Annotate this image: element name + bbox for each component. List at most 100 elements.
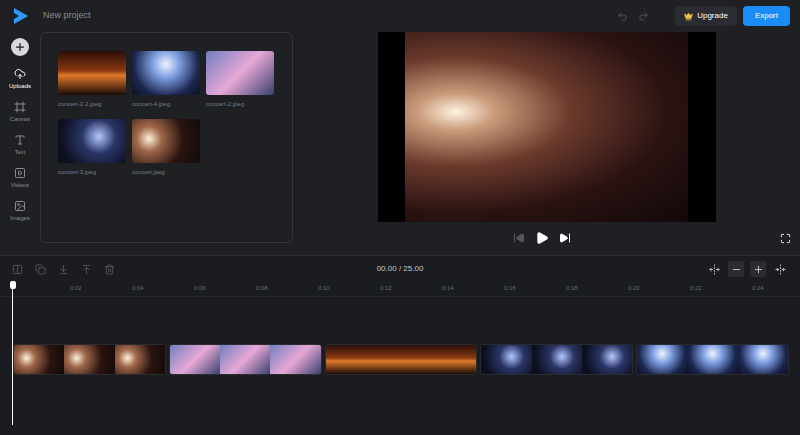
move-down-icon	[58, 264, 69, 275]
preview-column	[293, 32, 800, 255]
media-thumbnail	[132, 51, 200, 95]
undo-icon	[617, 11, 628, 22]
media-item[interactable]: concert-4.jpeg	[132, 51, 200, 108]
clip-frame	[637, 345, 687, 374]
add-button[interactable]	[11, 38, 29, 56]
image-icon	[14, 200, 26, 212]
playhead-handle[interactable]	[10, 281, 16, 289]
clip-frame	[687, 345, 737, 374]
play-button[interactable]	[535, 231, 549, 245]
sidebar-item[interactable]: Videos	[9, 167, 31, 200]
ruler-label: 0:24	[752, 283, 800, 296]
media-name: concert-2-2.jpeg	[58, 100, 126, 108]
upload-icon	[14, 68, 26, 80]
media-thumbnail	[206, 51, 274, 95]
sidebar-item[interactable]: Images	[9, 200, 31, 233]
media-item[interactable]: concert-2.jpeg	[206, 51, 274, 108]
canvas-icon	[14, 101, 26, 113]
clip-frame	[738, 345, 788, 374]
timeline: 00.00 / 25.00 0:020:040:060:080:100:120:1…	[0, 255, 800, 435]
delete-button[interactable]	[104, 264, 115, 275]
duplicate-icon	[35, 264, 46, 275]
minus-icon	[731, 264, 742, 275]
clip-frame	[115, 345, 165, 374]
ruler-label: 0:20	[628, 283, 690, 296]
timeline-clip[interactable]	[480, 344, 633, 375]
timeline-ruler: 0:020:040:060:080:100:120:140:160:180:20…	[0, 283, 800, 297]
logo-icon[interactable]	[14, 8, 28, 24]
preview-frame	[405, 32, 688, 222]
video-editor: New project Upgrade Export UploadsCanvasTex…	[0, 0, 800, 435]
timeline-clip[interactable]	[13, 344, 166, 375]
ruler-label: 0:14	[442, 283, 504, 296]
plus-icon	[14, 41, 26, 53]
zoom-out-button[interactable]	[728, 261, 744, 277]
fullscreen-button[interactable]	[780, 233, 791, 244]
media-item[interactable]: concert-2-2.jpeg	[58, 51, 126, 108]
timeline-clip[interactable]	[636, 344, 789, 375]
media-name: concert.jpeg	[132, 168, 200, 176]
ruler-label: 0:10	[318, 283, 380, 296]
zoom-in-button[interactable]	[750, 261, 766, 277]
ruler-label: 0:18	[566, 283, 628, 296]
media-item[interactable]: concert.jpeg	[132, 119, 200, 176]
move-up-button[interactable]	[81, 264, 92, 275]
time-display: 00.00 / 25.00	[377, 263, 424, 275]
project-title[interactable]: New project	[43, 9, 91, 23]
skip-back-icon	[513, 232, 525, 244]
duplicate-button[interactable]	[35, 264, 46, 275]
previous-button[interactable]	[513, 232, 525, 244]
sidebar-item[interactable]: Canvas	[9, 101, 31, 134]
next-button[interactable]	[559, 232, 571, 244]
media-name: concert-2.jpeg	[206, 100, 274, 108]
plus-icon	[753, 264, 764, 275]
sidebar-item[interactable]: Uploads	[9, 68, 31, 101]
media-name: concert-4.jpeg	[132, 100, 200, 108]
playhead[interactable]	[9, 281, 16, 425]
clip-frame	[64, 345, 114, 374]
video-icon	[14, 167, 26, 179]
fit-icon	[709, 264, 720, 275]
playhead-line	[12, 289, 13, 425]
ruler-label: 0:06	[194, 283, 256, 296]
video-track	[0, 344, 800, 375]
timeline-clip[interactable]	[325, 344, 478, 375]
clip-frame	[14, 345, 64, 374]
clip-frame	[220, 345, 270, 374]
split-button[interactable]	[12, 264, 23, 275]
workspace: UploadsCanvasTextVideosImages concert-2-2…	[0, 32, 800, 255]
trash-icon	[104, 264, 115, 275]
ruler-label: 0:16	[504, 283, 566, 296]
media-name: concert-3.jpeg	[58, 168, 126, 176]
redo-button[interactable]	[638, 11, 649, 22]
redo-icon	[638, 11, 649, 22]
collapse-icon	[775, 264, 786, 275]
media-thumbnail	[58, 119, 126, 163]
clip-frame	[326, 345, 376, 374]
undo-button[interactable]	[617, 11, 628, 22]
clip-frame	[170, 345, 220, 374]
sidebar-item[interactable]: Text	[9, 134, 31, 167]
ruler-label: 0:12	[380, 283, 442, 296]
play-icon	[535, 231, 549, 245]
ruler-label: 0:08	[256, 283, 318, 296]
player-controls	[293, 231, 800, 245]
ruler-label: 0:22	[690, 283, 752, 296]
skip-forward-icon	[559, 232, 571, 244]
media-thumbnail	[58, 51, 126, 95]
timeline-clip[interactable]	[169, 344, 322, 375]
clip-frame	[270, 345, 320, 374]
fit-button[interactable]	[706, 261, 722, 277]
history-controls	[617, 11, 649, 22]
export-button[interactable]: Export	[743, 6, 790, 26]
collapse-button[interactable]	[772, 261, 788, 277]
move-down-button[interactable]	[58, 264, 69, 275]
clip-frame	[376, 345, 426, 374]
media-item[interactable]: concert-3.jpeg	[58, 119, 126, 176]
media-thumbnail	[132, 119, 200, 163]
fullscreen-icon	[780, 233, 791, 244]
clip-frame	[481, 345, 531, 374]
clip-frame	[426, 345, 476, 374]
clip-frame	[532, 345, 582, 374]
upgrade-button[interactable]: Upgrade	[675, 6, 737, 26]
